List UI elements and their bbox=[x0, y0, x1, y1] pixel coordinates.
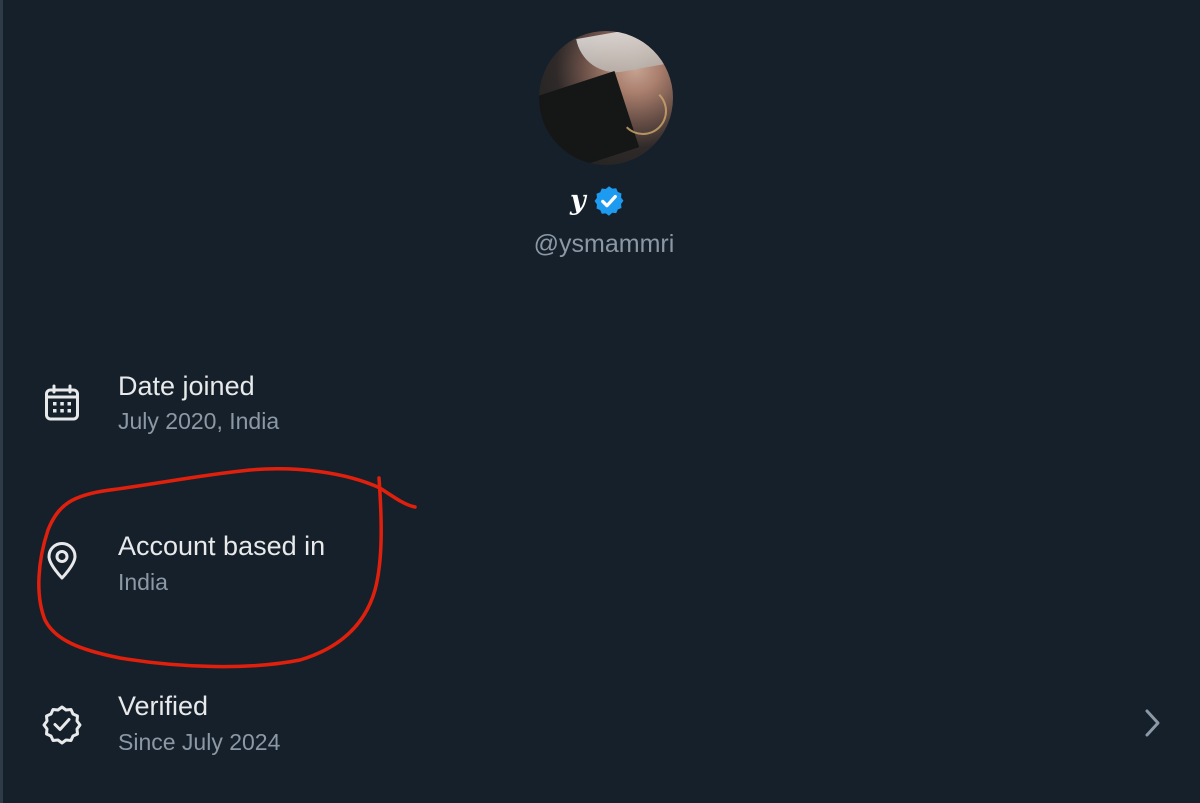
location-pin-icon bbox=[47, 542, 77, 580]
avatar[interactable] bbox=[539, 31, 673, 165]
about-item-date-joined: Date joined July 2020, India bbox=[0, 366, 1200, 446]
profile-handle: @ysmammri bbox=[533, 230, 675, 258]
chevron-right-icon[interactable] bbox=[1138, 705, 1168, 741]
display-name: y bbox=[570, 181, 626, 221]
verified-badge-icon[interactable] bbox=[592, 184, 626, 218]
about-item-account-based-in: Account based in India bbox=[0, 526, 1200, 606]
about-item-subtitle: Since July 2024 bbox=[118, 729, 281, 755]
about-item-subtitle: India bbox=[118, 569, 168, 595]
about-item-subtitle: July 2020, India bbox=[118, 408, 280, 434]
about-item-title: Account based in bbox=[118, 531, 326, 561]
about-item-title: Date joined bbox=[118, 371, 255, 401]
about-item-verified[interactable]: Verified Since July 2024 bbox=[0, 687, 1200, 767]
verified-check-icon bbox=[42, 705, 82, 745]
display-name-text: y bbox=[570, 185, 586, 216]
about-item-title: Verified bbox=[118, 691, 209, 721]
calendar-icon bbox=[45, 384, 79, 421]
